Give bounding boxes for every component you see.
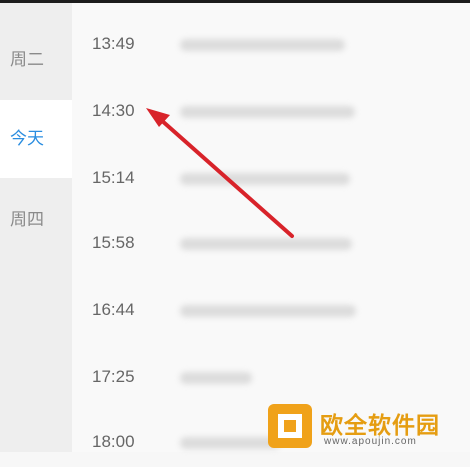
sidebar-item-label: 周二 xyxy=(10,50,44,69)
record-time: 15:58 xyxy=(92,233,135,252)
list-item[interactable]: 16:44 xyxy=(72,285,470,335)
blurred-content xyxy=(180,305,356,317)
record-time: 18:00 xyxy=(92,432,135,451)
blurred-content xyxy=(180,437,280,449)
watermark-url: www.apoujin.com xyxy=(324,436,417,447)
list-item[interactable]: 17:25 xyxy=(72,352,470,402)
sidebar-item-label: 周四 xyxy=(10,210,44,229)
list-item[interactable]: 13:49 xyxy=(72,19,470,69)
list-item[interactable]: 15:58 xyxy=(72,218,470,268)
sidebar-item-today[interactable]: 今天 xyxy=(0,100,72,178)
blurred-content xyxy=(180,173,350,185)
blurred-content xyxy=(180,106,355,118)
blurred-content xyxy=(180,39,345,51)
blurred-content xyxy=(180,238,352,250)
record-time: 16:44 xyxy=(92,300,135,319)
record-time: 17:25 xyxy=(92,367,135,386)
list-item[interactable]: 14:30 xyxy=(72,86,470,136)
watermark-logo-icon xyxy=(268,404,312,448)
record-time: 15:14 xyxy=(92,168,135,187)
sidebar-item-thursday[interactable]: 周四 xyxy=(0,181,72,259)
blurred-content xyxy=(180,372,252,384)
record-time: 14:30 xyxy=(92,101,135,120)
watermark-title: 欧全软件园 xyxy=(320,412,440,438)
sidebar-item-tuesday[interactable]: 周二 xyxy=(0,21,72,99)
record-time: 13:49 xyxy=(92,34,135,53)
list-item[interactable]: 15:14 xyxy=(72,153,470,203)
day-sidebar: 周二 今天 周四 xyxy=(0,3,72,452)
sidebar-item-label: 今天 xyxy=(10,129,44,148)
site-watermark: 欧全软件园 www.apoujin.com xyxy=(266,404,466,452)
